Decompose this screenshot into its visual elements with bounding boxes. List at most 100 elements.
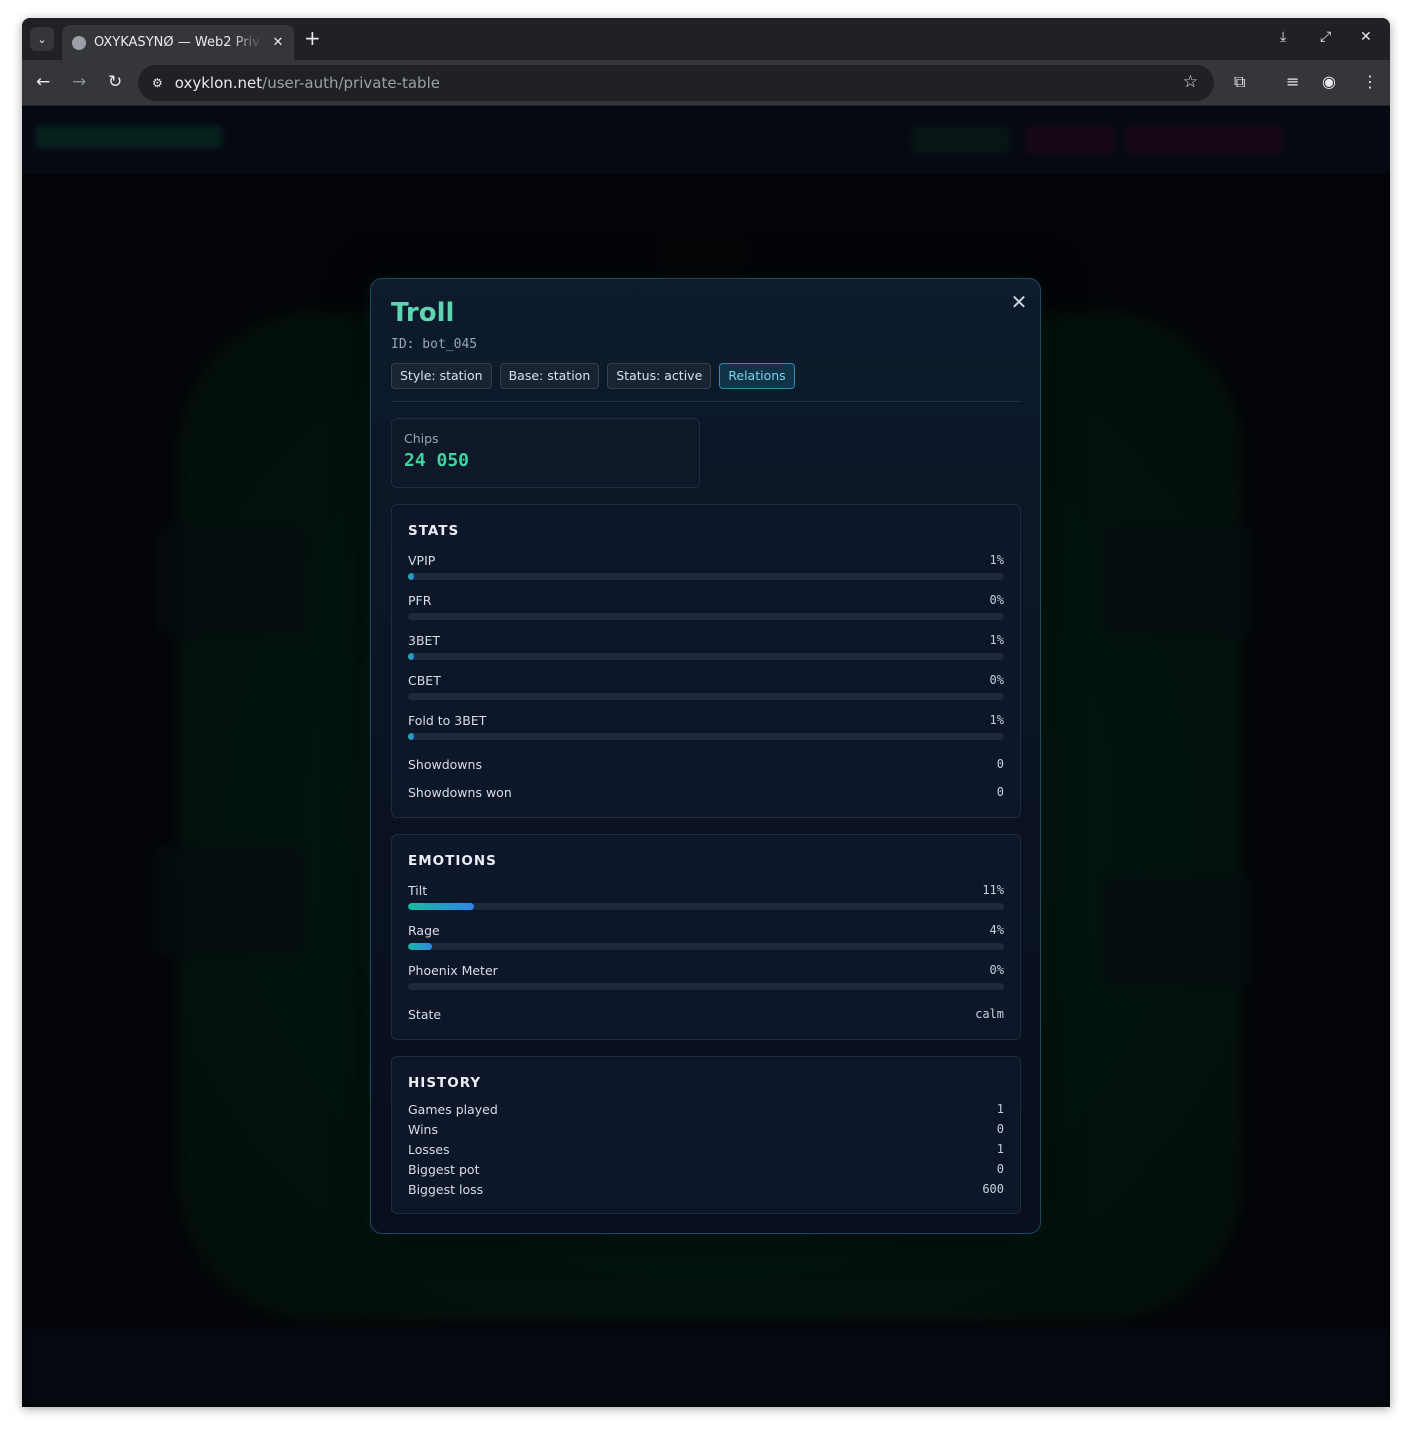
emotion-row-rage: Rage 4%	[408, 923, 1004, 939]
tab-strip: ⌄ OXYKASYNØ — Web2 Priv ✕ + ⤓ ⤢ ✕	[22, 18, 1390, 60]
tab-search-icon[interactable]: ⌄	[30, 27, 54, 51]
tag-style: Style: station	[391, 363, 492, 389]
stat-bar-vpip	[408, 573, 1004, 580]
tag-base: Base: station	[499, 363, 600, 389]
section-title: EMOTIONS	[408, 853, 497, 869]
close-window-icon[interactable]: ✕	[1360, 29, 1372, 45]
site-info-icon[interactable]: ⚙	[152, 76, 163, 90]
chips-value: 24 050	[404, 450, 470, 471]
history-value: 0	[996, 1122, 1004, 1136]
back-icon[interactable]: ←	[36, 72, 50, 92]
emotion-bar-rage	[408, 943, 1004, 950]
stat-row-fold-to-3bet: Fold to 3BET 1%	[408, 713, 1004, 729]
tag-row: Style: station Base: station Status: act…	[391, 363, 795, 389]
history-row: Games played 1	[408, 1102, 1004, 1118]
stat-row-vpip: VPIP 1%	[408, 553, 1004, 569]
stat-bar-cbet	[408, 693, 1004, 700]
emotion-bar-fill	[408, 903, 474, 910]
profile-icon[interactable]: ◉	[1322, 72, 1336, 92]
stat-value: 1%	[989, 713, 1004, 727]
emotion-value: 0%	[989, 963, 1004, 977]
emotion-row-tilt: Tilt 11%	[408, 883, 1004, 899]
emotion-value: calm	[975, 1007, 1004, 1021]
divider	[391, 401, 1021, 402]
close-icon[interactable]: ✕	[1008, 291, 1030, 313]
extensions-icon[interactable]: ⧉	[1234, 72, 1245, 92]
stat-label: Showdowns	[408, 757, 482, 772]
stat-label: PFR	[408, 593, 432, 608]
section-title: HISTORY	[408, 1075, 482, 1091]
history-row: Wins 0	[408, 1122, 1004, 1138]
bot-id: ID: bot_045	[391, 337, 478, 352]
download-icon[interactable]: ⤓	[1280, 29, 1286, 45]
browser-window: ⌄ OXYKASYNØ — Web2 Priv ✕ + ⤓ ⤢ ✕ ← → ↻ …	[22, 18, 1390, 1407]
reload-icon[interactable]: ↻	[108, 72, 122, 92]
emotion-row-state: State calm	[408, 1007, 1004, 1023]
fullscreen-icon[interactable]: ⤢	[1320, 29, 1331, 45]
stat-row-showdowns: Showdowns 0	[408, 757, 1004, 773]
address-bar[interactable]: ⚙ oxyklon.net/user-auth/private-table ☆	[138, 65, 1214, 101]
emotion-bar-phoenix-meter	[408, 983, 1004, 990]
emotion-row-phoenix-meter: Phoenix Meter 0%	[408, 963, 1004, 979]
tag-status: Status: active	[607, 363, 712, 389]
stat-label: CBET	[408, 673, 441, 688]
menu-kebab-icon[interactable]: ⋮	[1362, 72, 1378, 92]
stat-value: 0%	[989, 673, 1004, 687]
emotion-value: 4%	[989, 923, 1004, 937]
stat-value: 1%	[989, 633, 1004, 647]
stat-row-cbet: CBET 0%	[408, 673, 1004, 689]
bot-profile-modal: ✕ Troll ID: bot_045 Style: station Base:…	[370, 278, 1041, 1234]
stat-label: 3BET	[408, 633, 441, 648]
stat-value: 0	[996, 757, 1004, 771]
stat-row-pfr: PFR 0%	[408, 593, 1004, 609]
history-label: Games played	[408, 1102, 498, 1117]
history-row: Biggest pot 0	[408, 1162, 1004, 1178]
history-value: 0	[996, 1162, 1004, 1176]
new-tab-icon[interactable]: +	[304, 28, 321, 48]
stat-bar-fill	[408, 573, 414, 580]
stats-section: STATS VPIP 1% PFR 0% 3BET 1% CBET 0% Fol…	[391, 504, 1021, 818]
history-row: Biggest loss 600	[408, 1182, 1004, 1198]
stat-bar-3bet	[408, 653, 1004, 660]
bot-name: Troll	[391, 298, 455, 328]
history-section: HISTORY Games played 1 Wins 0 Losses 1 B…	[391, 1056, 1021, 1214]
relations-button[interactable]: Relations	[719, 363, 795, 389]
emotion-bar-fill	[408, 943, 432, 950]
section-title: STATS	[408, 523, 460, 539]
history-label: Biggest pot	[408, 1162, 480, 1177]
media-controls-icon[interactable]: ≡	[1286, 72, 1299, 92]
history-value: 600	[982, 1182, 1004, 1196]
chips-card: Chips 24 050	[391, 418, 700, 488]
tab-active[interactable]: OXYKASYNØ — Web2 Priv ✕	[62, 25, 294, 60]
history-value: 1	[996, 1102, 1004, 1116]
emotion-label: Rage	[408, 923, 440, 938]
close-tab-icon[interactable]: ✕	[270, 35, 286, 50]
emotion-label: Phoenix Meter	[408, 963, 498, 978]
stat-label: VPIP	[408, 553, 436, 568]
url-text: oxyklon.net/user-auth/private-table	[175, 74, 440, 92]
browser-toolbar: ← → ↻ ⚙ oxyklon.net/user-auth/private-ta…	[22, 60, 1390, 106]
emotion-label: Tilt	[408, 883, 428, 898]
history-label: Biggest loss	[408, 1182, 484, 1197]
stat-label: Fold to 3BET	[408, 713, 487, 728]
page-content: ✕ Troll ID: bot_045 Style: station Base:…	[22, 106, 1390, 1407]
stat-row-showdowns-won: Showdowns won 0	[408, 785, 1004, 801]
stat-bar-pfr	[408, 613, 1004, 620]
stat-value: 0	[996, 785, 1004, 799]
stat-bar-fold-to-3bet	[408, 733, 1004, 740]
stat-row-3bet: 3BET 1%	[408, 633, 1004, 649]
emotion-bar-tilt	[408, 903, 1004, 910]
history-label: Wins	[408, 1122, 438, 1137]
globe-icon	[72, 35, 86, 50]
stat-bar-fill	[408, 733, 414, 740]
history-row: Losses 1	[408, 1142, 1004, 1158]
url-path: /user-auth/private-table	[262, 74, 440, 92]
stat-bar-fill	[408, 653, 414, 660]
bookmark-star-icon[interactable]: ☆	[1183, 72, 1198, 92]
chips-label: Chips	[404, 431, 439, 446]
stat-value: 0%	[989, 593, 1004, 607]
emotions-section: EMOTIONS Tilt 11% Rage 4% Phoenix Meter …	[391, 834, 1021, 1040]
forward-icon[interactable]: →	[72, 72, 86, 92]
history-value: 1	[996, 1142, 1004, 1156]
stat-label: Showdowns won	[408, 785, 512, 800]
